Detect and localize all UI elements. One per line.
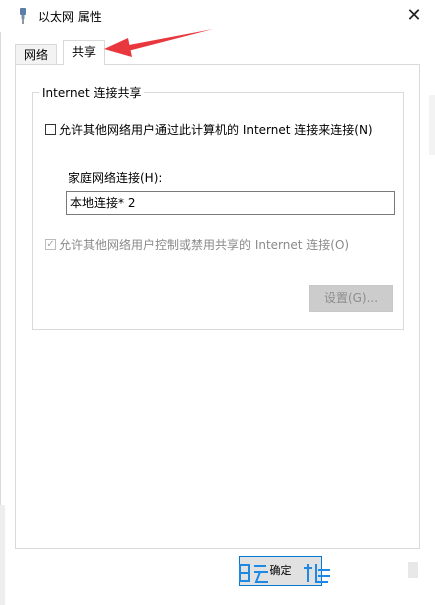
network-adapter-icon xyxy=(20,8,26,24)
internet-sharing-group: Internet 连接共享 允许其他网络用户通过此计算机的 Internet 连… xyxy=(32,84,404,330)
tab-sharing[interactable]: 共享 xyxy=(63,40,106,65)
close-icon: ✕ xyxy=(406,5,422,26)
allow-connect-row[interactable]: 允许其他网络用户通过此计算机的 Internet 连接来连接(N) xyxy=(45,121,373,138)
ok-button[interactable]: 确定 xyxy=(239,556,322,586)
properties-dialog: 以太网 属性 ✕ 网络 共享 Internet 连接共享 允许其他网络用户通过此… xyxy=(0,0,435,605)
background-window-fragment xyxy=(408,562,418,578)
allow-connect-checkbox[interactable] xyxy=(45,124,56,135)
allow-control-checkbox[interactable]: ✓ xyxy=(45,239,56,250)
group-title: Internet 连接共享 xyxy=(39,84,145,101)
settings-button[interactable]: 设置(G)... xyxy=(309,285,393,312)
title-bar: 以太网 属性 ✕ xyxy=(0,0,435,32)
window-title: 以太网 属性 xyxy=(38,10,102,24)
tab-sharing-label: 共享 xyxy=(72,45,97,59)
sharing-panel: Internet 连接共享 允许其他网络用户通过此计算机的 Internet 连… xyxy=(15,64,420,549)
background-window-strip xyxy=(429,95,435,155)
tab-network[interactable]: 网络 xyxy=(15,44,58,65)
home-network-label: 家庭网络连接(H): xyxy=(68,171,163,185)
allow-connect-label: 允许其他网络用户通过此计算机的 Internet 连接来连接(N) xyxy=(59,123,373,137)
home-network-field[interactable]: 本地连接* 2 xyxy=(66,191,395,215)
close-button[interactable]: ✕ xyxy=(403,5,425,27)
allow-control-label: 允许其他网络用户控制或禁用共享的 Internet 连接(O) xyxy=(59,238,350,252)
allow-control-row[interactable]: ✓ 允许其他网络用户控制或禁用共享的 Internet 连接(O) xyxy=(45,236,349,253)
background-window-strip-left xyxy=(0,505,5,605)
tab-network-label: 网络 xyxy=(24,48,49,62)
ok-button-label: 确定 xyxy=(269,564,292,577)
